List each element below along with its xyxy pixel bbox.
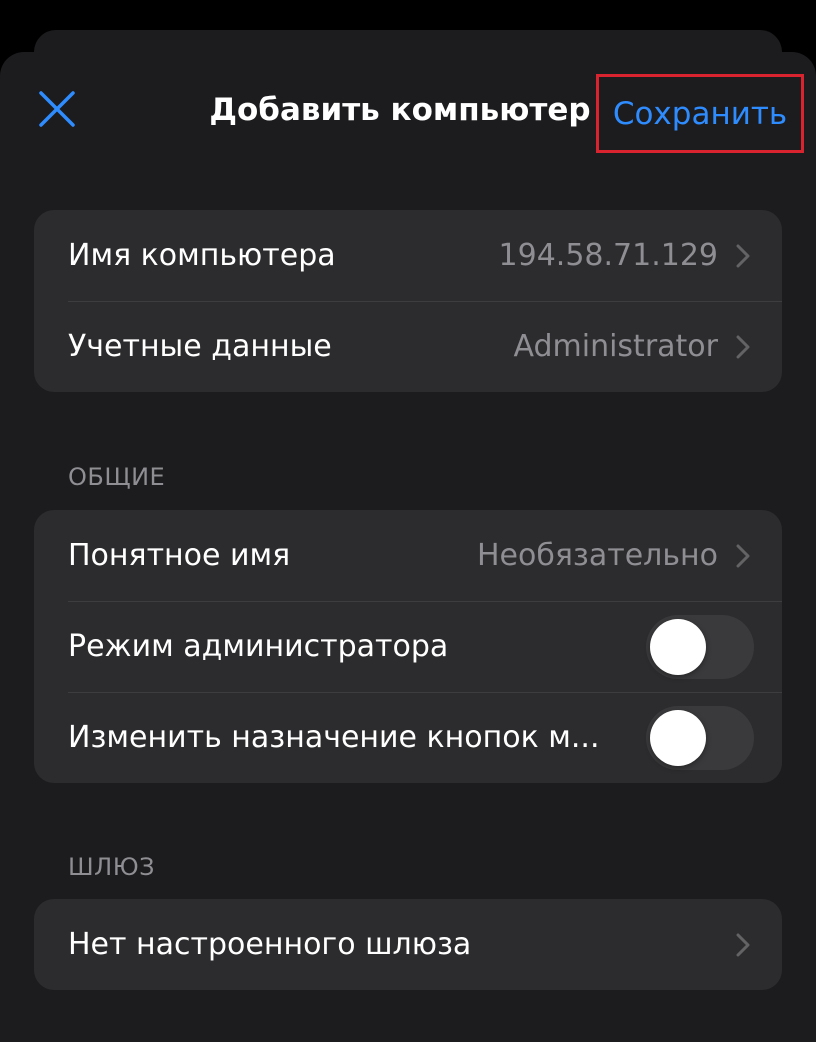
credentials-row[interactable]: Учетные данные Administrator [34, 301, 782, 392]
toggle-knob [650, 618, 706, 675]
gateway-label: Нет настроенного шлюза [68, 927, 472, 962]
general-group: Понятное имя Необязательно Режим админис… [34, 510, 782, 783]
close-icon [37, 89, 77, 133]
computer-name-value: 194.58.71.129 [498, 238, 718, 273]
chevron-right-icon [732, 543, 754, 569]
gateway-group: Нет настроенного шлюза [34, 899, 782, 990]
toggle-knob [650, 709, 706, 766]
chevron-right-icon [732, 334, 754, 360]
save-button[interactable]: Сохранить [596, 74, 804, 153]
chevron-right-icon [732, 243, 754, 269]
admin-mode-toggle[interactable] [646, 614, 754, 679]
computer-name-row[interactable]: Имя компьютера 194.58.71.129 [34, 210, 782, 301]
page-title: Добавить компьютер [209, 92, 591, 128]
swap-mouse-buttons-label: Изменить назначение кнопок м... [68, 720, 600, 755]
gateway-section-header: ШЛЮЗ [68, 853, 156, 881]
credentials-value: Administrator [513, 329, 718, 364]
connection-group: Имя компьютера 194.58.71.129 Учетные дан… [34, 210, 782, 392]
friendly-name-row[interactable]: Понятное имя Необязательно [34, 510, 782, 601]
chevron-right-icon [732, 932, 754, 958]
swap-mouse-buttons-toggle[interactable] [646, 705, 754, 770]
credentials-label: Учетные данные [68, 329, 332, 364]
admin-mode-label: Режим администратора [68, 629, 449, 664]
general-section-header: ОБЩИЕ [68, 463, 166, 491]
friendly-name-value: Необязательно [476, 538, 718, 573]
close-button[interactable] [34, 88, 80, 134]
admin-mode-row: Режим администратора [34, 601, 782, 692]
gateway-row[interactable]: Нет настроенного шлюза [34, 899, 782, 990]
computer-name-label: Имя компьютера [68, 238, 336, 273]
swap-mouse-buttons-row: Изменить назначение кнопок м... [34, 692, 782, 783]
friendly-name-label: Понятное имя [68, 538, 291, 573]
